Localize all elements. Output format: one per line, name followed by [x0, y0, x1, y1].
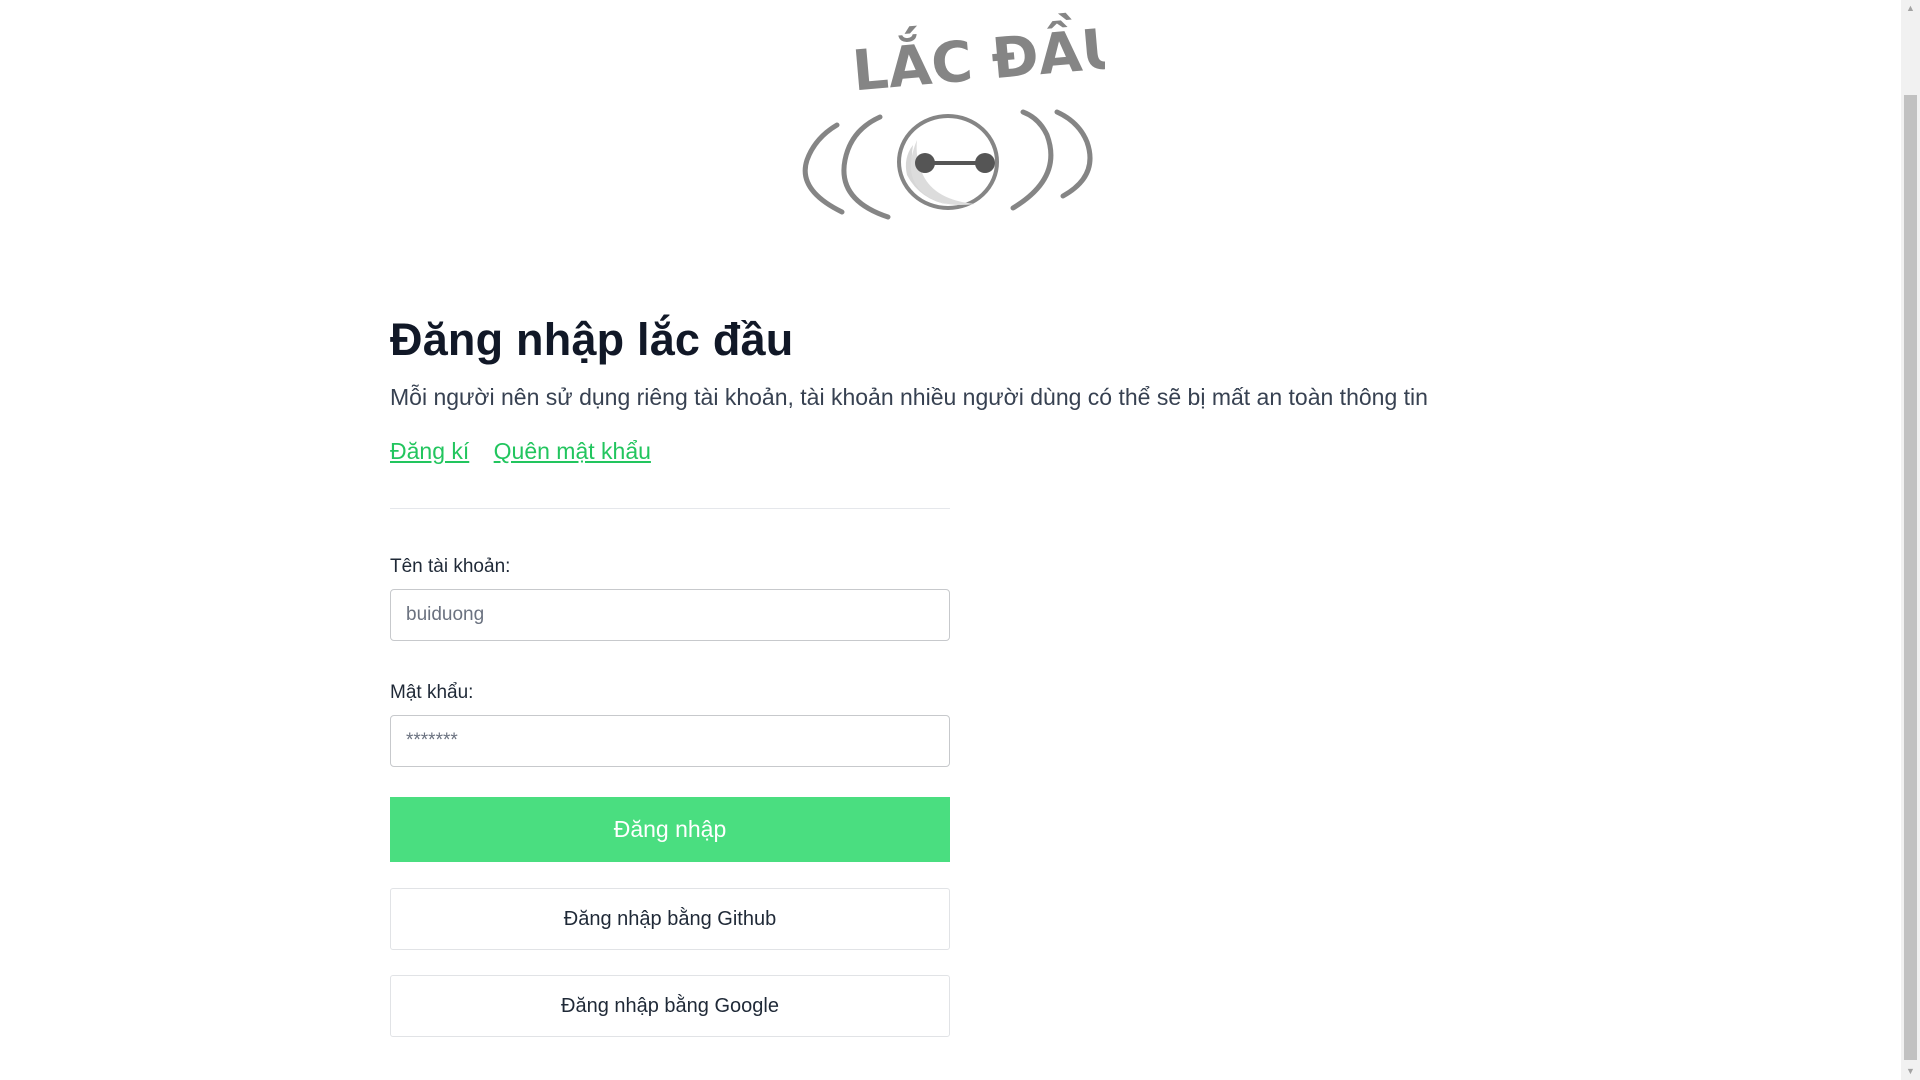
login-form: Tên tài khoản: Mật khẩu: Đăng nhập Đăng …: [390, 555, 950, 1037]
password-label: Mật khẩu:: [390, 682, 474, 703]
divider: [390, 508, 950, 509]
page-subtitle: Mỗi người nên sử dụng riêng tài khoản, t…: [390, 384, 1428, 410]
forgot-password-link[interactable]: Quên mật khẩu: [494, 438, 651, 464]
site-logo[interactable]: LẮC ĐẦU: [795, 0, 1105, 230]
auth-links: Đăng kí Quên mật khẩu: [390, 436, 1540, 466]
username-input[interactable]: [390, 589, 950, 641]
login-panel: Đăng nhập lắc đầu Mỗi người nên sử dụng …: [390, 310, 1540, 1037]
password-input[interactable]: [390, 715, 950, 767]
register-link[interactable]: Đăng kí: [390, 438, 469, 464]
google-login-button[interactable]: Đăng nhập bằng Google: [390, 975, 950, 1037]
github-login-button[interactable]: Đăng nhập bằng Github: [390, 888, 950, 950]
scrollbar-thumb[interactable]: [1904, 95, 1917, 1060]
page-title: Đăng nhập lắc đầu: [390, 314, 794, 365]
logo-text: LẮC ĐẦU: [849, 9, 1105, 105]
vertical-scrollbar[interactable]: ▲ ▼: [1901, 0, 1920, 1080]
triangle-down-icon[interactable]: ▼: [1901, 1063, 1920, 1080]
robot-face-shaking-icon: LẮC ĐẦU: [802, 9, 1105, 220]
login-button[interactable]: Đăng nhập: [390, 797, 950, 862]
username-label: Tên tài khoản:: [390, 556, 511, 577]
triangle-up-icon[interactable]: ▲: [1901, 0, 1920, 17]
login-page: LẮC ĐẦU Đăng nhập lắc đầu Mỗi người nên …: [0, 0, 1920, 1080]
